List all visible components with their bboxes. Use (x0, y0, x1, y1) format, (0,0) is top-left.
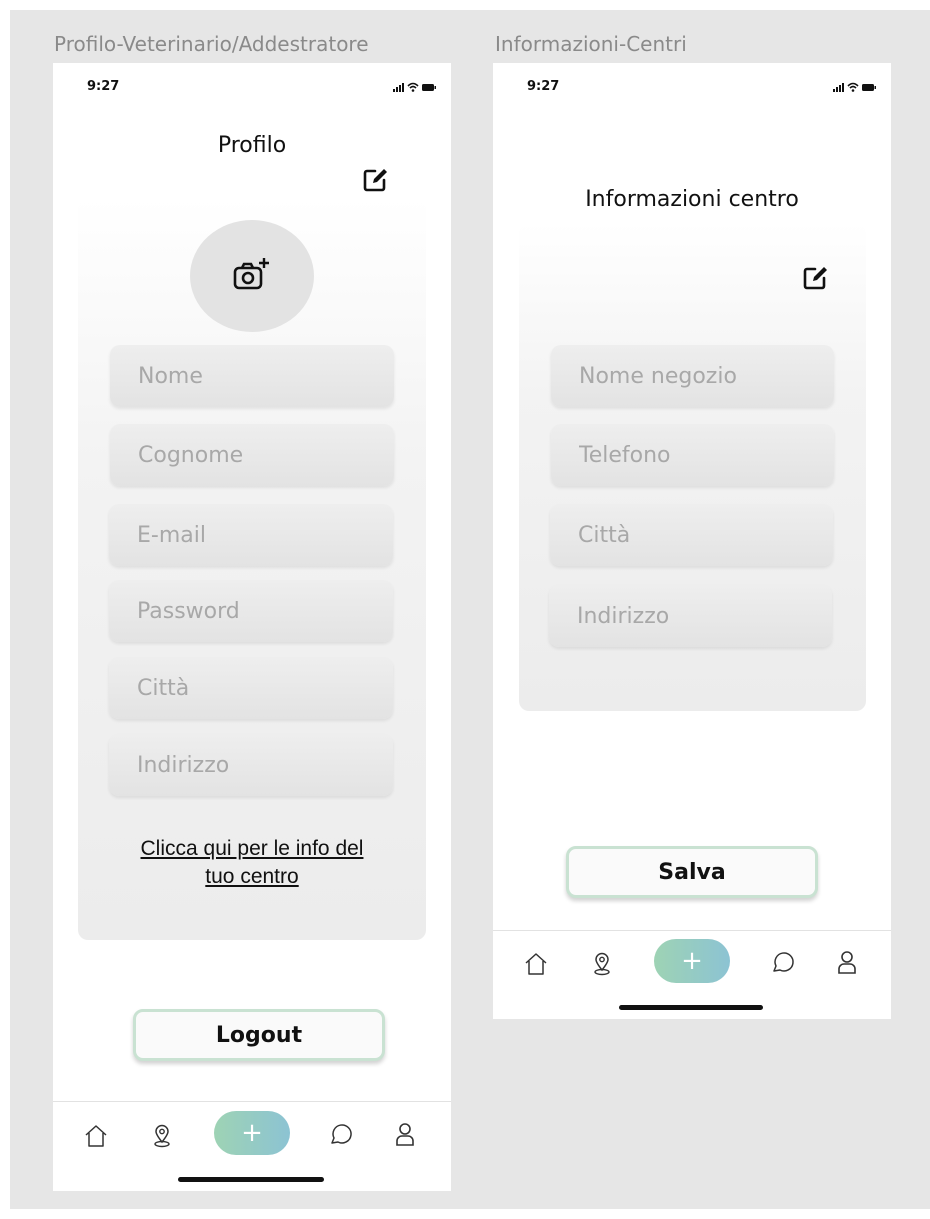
status-bar-icons (393, 82, 436, 92)
chat-icon[interactable] (770, 949, 796, 975)
center-info-link-line1: Clicca qui per le info del (140, 837, 364, 860)
city-input[interactable] (137, 675, 393, 701)
address-input[interactable] (577, 603, 832, 629)
home-icon[interactable] (523, 951, 549, 977)
add-button[interactable]: + (654, 939, 730, 983)
address-field[interactable] (549, 585, 832, 647)
map-pin-icon[interactable] (149, 1123, 175, 1149)
add-photo-icon (233, 258, 269, 290)
user-icon[interactable] (392, 1121, 418, 1147)
city-field[interactable] (109, 657, 393, 719)
phone-input[interactable] (579, 442, 834, 468)
tabbar-divider (493, 930, 891, 931)
status-bar-icons (833, 82, 876, 92)
center-info-screen: 9:27 Informazioni centro Salva + (493, 63, 891, 1019)
address-field[interactable] (109, 734, 393, 796)
status-time: 9:27 (527, 79, 560, 94)
name-input[interactable] (138, 363, 394, 389)
user-icon[interactable] (834, 949, 860, 975)
password-input[interactable] (137, 598, 393, 624)
city-input[interactable] (578, 522, 833, 548)
surname-input[interactable] (138, 442, 394, 468)
chat-icon[interactable] (328, 1121, 354, 1147)
email-field[interactable] (109, 504, 393, 566)
status-time: 9:27 (87, 79, 120, 94)
phone-field[interactable] (551, 424, 834, 486)
frame-label-profile: Profilo-Veterinario/Addestratore (54, 32, 369, 56)
home-icon[interactable] (83, 1123, 109, 1149)
home-indicator (619, 1005, 763, 1010)
email-input[interactable] (137, 522, 393, 548)
center-info-link[interactable]: Clicca qui per le info del tuo centro (93, 835, 411, 891)
edit-icon[interactable] (801, 264, 829, 292)
avatar-upload[interactable] (190, 220, 314, 332)
shop-name-input[interactable] (579, 363, 834, 389)
logout-button[interactable]: Logout (133, 1009, 385, 1061)
frame-label-centers: Informazioni-Centri (495, 32, 687, 56)
tabbar-divider (53, 1101, 451, 1102)
address-input[interactable] (137, 752, 393, 778)
city-field[interactable] (550, 504, 833, 566)
save-button[interactable]: Salva (566, 846, 818, 898)
map-pin-icon[interactable] (589, 951, 615, 977)
password-field[interactable] (109, 580, 393, 642)
page-title: Profilo (217, 133, 287, 158)
profile-screen: 9:27 Profilo Nome Cognome E-mail Città I… (53, 63, 451, 1191)
surname-field[interactable] (110, 424, 394, 486)
page-title: Informazioni centro (585, 187, 799, 212)
center-info-link-line2: tuo centro (205, 865, 299, 888)
name-field[interactable] (110, 345, 394, 407)
add-button[interactable]: + (214, 1111, 290, 1155)
home-indicator (178, 1177, 324, 1182)
edit-icon[interactable] (361, 166, 389, 194)
shop-name-field[interactable] (551, 345, 834, 407)
